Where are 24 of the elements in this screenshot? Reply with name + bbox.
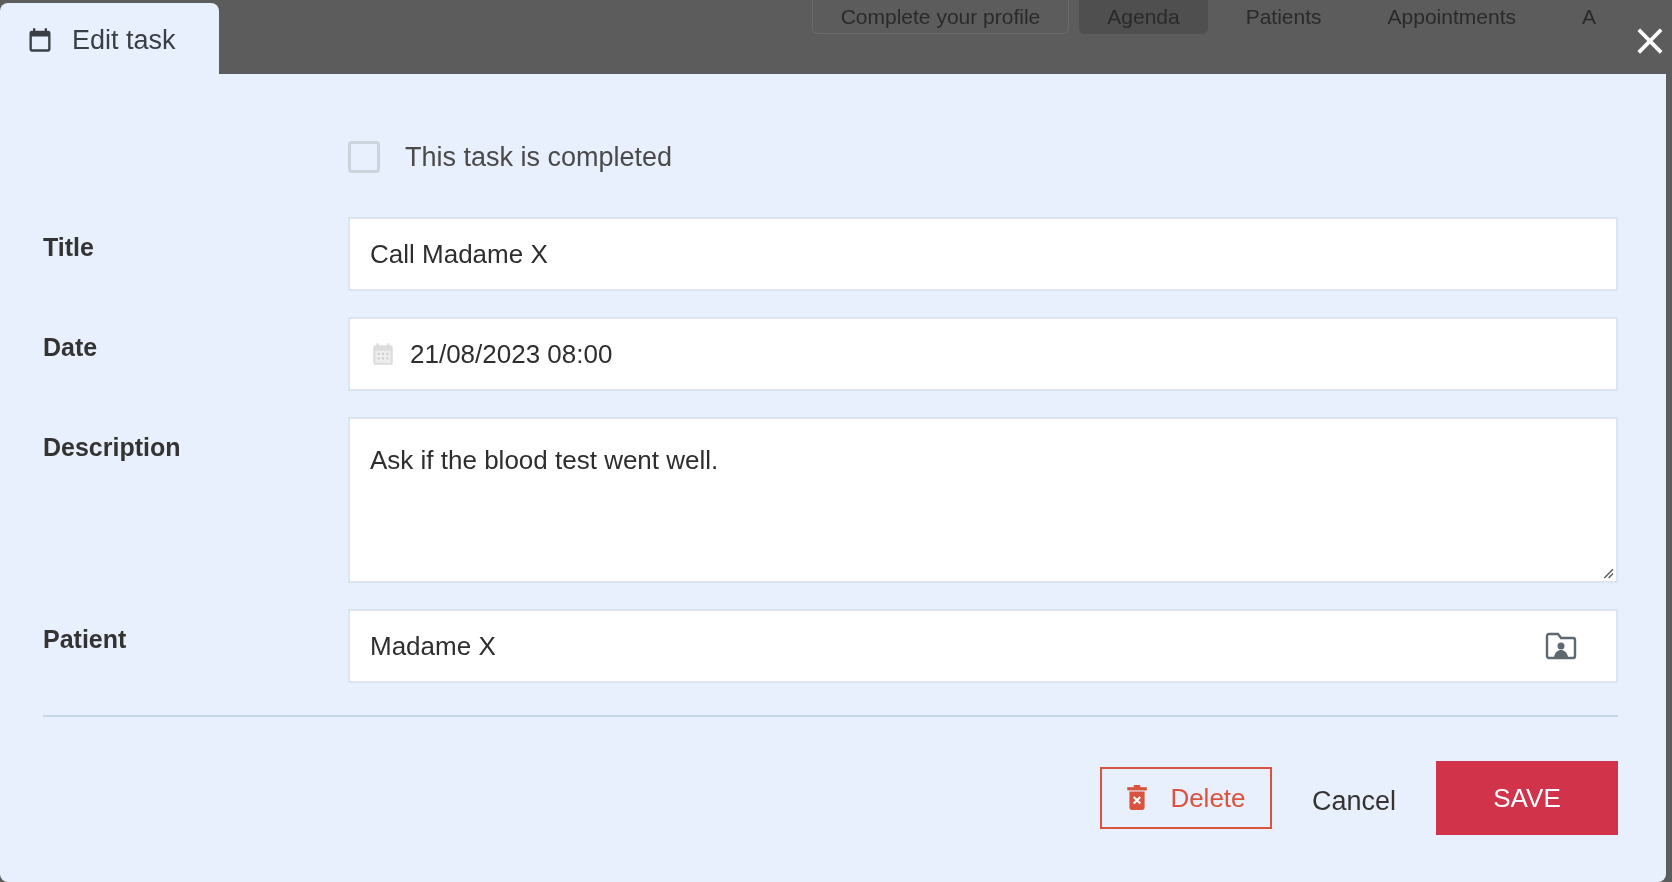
field-label: Date: [43, 332, 99, 363]
checkbox[interactable]: [348, 141, 380, 173]
folder-person-icon[interactable]: [1544, 632, 1578, 660]
textarea-field[interactable]: Ask if the blood test went well.: [348, 417, 1618, 583]
resize-grip-icon[interactable]: [1601, 566, 1614, 579]
input-field[interactable]: Call Madame X: [348, 217, 1618, 291]
patient-field[interactable]: Madame X: [348, 609, 1618, 683]
close-button[interactable]: ×: [1630, 20, 1670, 60]
trash-icon: [1126, 785, 1149, 811]
field-value: Call Madame X: [370, 238, 548, 270]
date-field[interactable]: 21/08/2023 08:00: [348, 317, 1618, 391]
field-value: 21/08/2023 08:00: [410, 338, 613, 370]
field-value: Madame X: [370, 630, 496, 662]
dialog-title: Edit task: [72, 24, 176, 56]
field-label: Title: [43, 232, 95, 263]
checkbox-label: This task is completed: [405, 141, 673, 173]
cancel-button[interactable]: Cancel: [1311, 785, 1396, 817]
field-value: Ask if the blood test went well.: [370, 445, 719, 476]
dialog-tab[interactable]: Edit task: [0, 3, 219, 77]
field-label: Description: [43, 432, 182, 463]
calendar-icon: [370, 341, 396, 367]
save-button[interactable]: SAVE: [1436, 761, 1618, 835]
delete-button[interactable]: Delete: [1099, 767, 1272, 829]
field-label: Patient: [43, 624, 128, 655]
